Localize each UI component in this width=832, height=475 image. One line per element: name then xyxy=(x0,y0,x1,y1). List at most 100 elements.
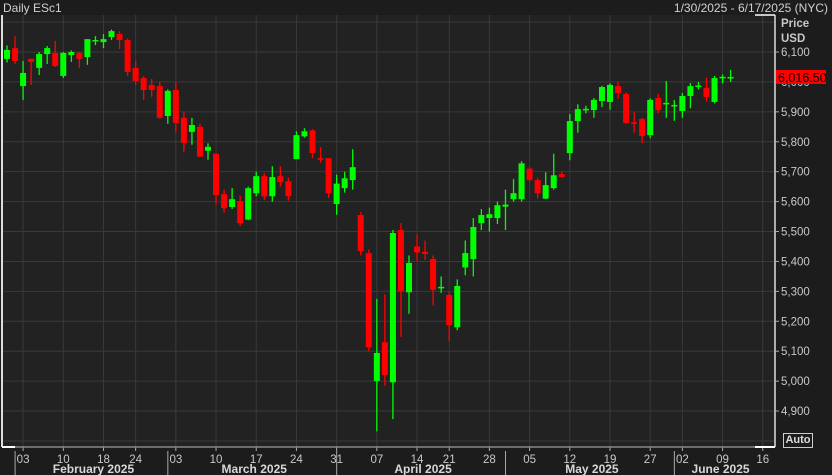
candle-body xyxy=(124,40,131,73)
candle-body xyxy=(132,67,139,82)
candle-body xyxy=(430,259,437,290)
candle-body xyxy=(156,86,163,118)
candle xyxy=(365,249,372,352)
candle-body xyxy=(301,131,308,137)
y-tick-label: 6,100 xyxy=(781,47,810,59)
candle-body xyxy=(727,76,734,79)
candle-body xyxy=(695,85,702,88)
candle xyxy=(245,186,252,221)
candle-body xyxy=(196,126,203,157)
candle-body xyxy=(269,177,276,197)
candle-body xyxy=(422,251,429,254)
candle-body xyxy=(140,78,147,90)
month-label: March 2025 xyxy=(222,462,288,475)
x-tick-label: 03 xyxy=(17,454,30,466)
candle-body xyxy=(205,146,211,151)
y-axis-unit: USD xyxy=(781,33,805,45)
candle-body xyxy=(293,135,300,160)
candle xyxy=(518,161,525,202)
candle-body xyxy=(213,153,220,196)
candle xyxy=(526,167,533,183)
grid xyxy=(2,15,775,447)
y-tick-label: 5,300 xyxy=(781,286,810,298)
candle xyxy=(711,75,718,104)
candle-body xyxy=(389,233,396,383)
candle-body xyxy=(470,227,477,260)
candle-body xyxy=(607,84,613,102)
candle-body xyxy=(341,178,348,189)
candle xyxy=(261,173,268,201)
candle-body xyxy=(172,89,179,123)
candle-body xyxy=(12,48,19,61)
y-tick-label: 5,700 xyxy=(781,167,810,179)
auto-scale-button[interactable]: Auto xyxy=(783,433,813,448)
candle-body xyxy=(373,352,380,382)
candle xyxy=(60,52,67,79)
y-tick-label: 5,000 xyxy=(781,376,810,388)
candle-body xyxy=(542,185,549,199)
y-tick-label: 5,500 xyxy=(781,227,810,239)
candle-body xyxy=(494,205,501,219)
y-tick-label: 5,600 xyxy=(781,197,810,209)
candle-body xyxy=(647,99,654,136)
candle-body xyxy=(357,215,364,251)
candle-body xyxy=(349,167,356,181)
candle-body xyxy=(582,108,589,111)
candle-body xyxy=(550,175,557,189)
candle xyxy=(623,92,630,125)
candle-body xyxy=(566,121,573,154)
candle xyxy=(357,212,364,256)
candle-body xyxy=(687,86,694,96)
candle-body xyxy=(671,104,678,107)
candle-body xyxy=(406,262,412,293)
candle-body xyxy=(253,176,260,194)
candle-body xyxy=(558,174,565,178)
x-tick-label: 10 xyxy=(210,454,223,466)
month-label: April 2025 xyxy=(394,462,452,475)
candle-body xyxy=(245,188,252,220)
x-tick-label: 07 xyxy=(370,454,383,466)
candle-body xyxy=(615,86,622,93)
candle-body xyxy=(237,201,244,224)
candle-body xyxy=(4,49,10,59)
candle-body xyxy=(663,102,670,105)
candle-body xyxy=(325,158,332,194)
x-tick-label: 16 xyxy=(756,454,769,466)
candlestick-chart[interactable]: 03 10 18 24 03 10 17 24 31 07 14 21 28 05 12 19 27 02 09 16… xyxy=(0,0,832,475)
candle-body xyxy=(148,84,155,90)
y-tick-label: 4,900 xyxy=(781,406,810,418)
candle-body xyxy=(438,286,445,289)
x-tick-label: 05 xyxy=(523,454,536,466)
x-tick-label: 27 xyxy=(644,454,657,466)
candle-body xyxy=(44,48,51,55)
candle-body xyxy=(381,342,388,376)
candle-body xyxy=(446,294,453,326)
candle-body xyxy=(277,176,284,183)
candle xyxy=(293,131,300,160)
candle-body xyxy=(68,52,75,55)
candle-body xyxy=(84,39,91,58)
candle-body xyxy=(719,76,726,79)
candle-body xyxy=(229,199,236,207)
candle-body xyxy=(631,122,638,124)
candle-body xyxy=(108,31,115,38)
candle-body xyxy=(397,230,404,292)
candle-body xyxy=(454,285,461,328)
candle-body xyxy=(478,215,485,224)
month-label: June 2025 xyxy=(692,462,750,475)
plot-background xyxy=(2,15,775,447)
month-label: February 2025 xyxy=(53,462,135,475)
candle-body xyxy=(285,181,292,197)
x-tick-label: 02 xyxy=(676,454,689,466)
candle xyxy=(124,38,131,76)
candle-body xyxy=(180,117,187,143)
candle-body xyxy=(502,204,509,207)
candle-body xyxy=(623,93,630,123)
candle-body xyxy=(655,98,662,111)
candle-body xyxy=(518,163,525,200)
candle xyxy=(454,279,461,331)
candle-body xyxy=(534,180,541,194)
candle-body xyxy=(52,52,59,67)
candle-body xyxy=(100,39,107,43)
y-tick-label: 5,100 xyxy=(781,346,810,358)
